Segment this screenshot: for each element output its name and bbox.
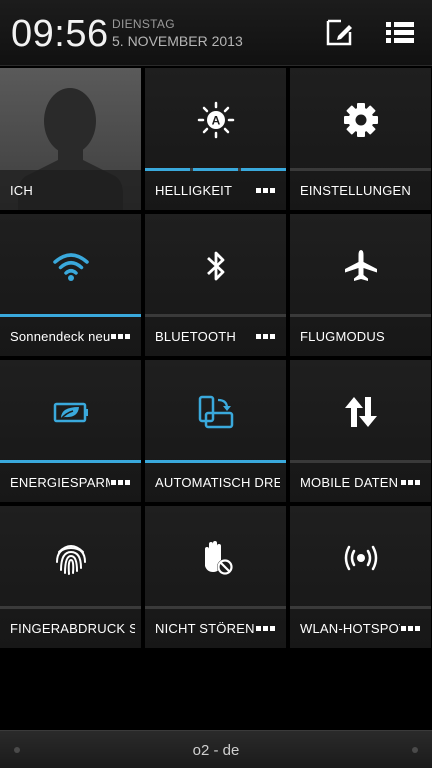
tile-hotspot-label: WLAN-HOTSPOT xyxy=(300,621,400,636)
hotspot-bar xyxy=(290,606,431,609)
edit-icon[interactable] xyxy=(324,16,356,48)
gear-icon xyxy=(343,103,378,137)
airplane-bar xyxy=(290,314,431,317)
tile-me[interactable]: ICH xyxy=(0,68,141,210)
auto-rotate-icon xyxy=(198,395,233,429)
tile-brightness-label: HELLIGKEIT xyxy=(155,183,233,198)
fingerprint-bar xyxy=(0,606,141,609)
tile-auto-rotate-label: AUTOMATISCH DREHEN xyxy=(155,475,280,490)
notification-header: 09:56 DIENSTAG 5. NOVEMBER 2013 xyxy=(0,0,432,66)
mobile-data-more-icon[interactable] xyxy=(401,480,421,485)
wifi-icon xyxy=(52,253,89,281)
tile-mobile-data[interactable]: MOBILE DATEN xyxy=(290,360,431,502)
auto-rotate-bar xyxy=(145,460,286,463)
hotspot-more-icon[interactable] xyxy=(401,626,421,631)
brightness-auto-icon: A xyxy=(197,101,234,139)
tile-auto-rotate[interactable]: AUTOMATISCH DREHEN xyxy=(145,360,286,502)
tile-wifi-label: Sonnendeck neu xyxy=(10,329,110,344)
svg-text:A: A xyxy=(211,114,220,128)
tile-do-not-disturb[interactable]: NICHT STÖREN xyxy=(145,506,286,648)
tile-me-label: ICH xyxy=(10,183,33,198)
bluetooth-bar xyxy=(145,314,286,317)
tile-dnd-label: NICHT STÖREN xyxy=(155,621,255,636)
tile-power-saver[interactable]: ENERGIESPARMODUS xyxy=(0,360,141,502)
bluetooth-icon xyxy=(206,251,224,281)
tile-airplane-label: FLUGMODUS xyxy=(300,329,385,344)
tile-hotspot[interactable]: WLAN-HOTSPOT xyxy=(290,506,431,648)
carrier-bar[interactable]: o2 - de xyxy=(0,730,432,768)
tile-brightness[interactable]: A HELLIGKEIT xyxy=(145,68,286,210)
tile-bluetooth[interactable]: BLUETOOTH xyxy=(145,214,286,356)
tile-wifi[interactable]: Sonnendeck neu xyxy=(0,214,141,356)
brightness-level-3 xyxy=(241,168,286,171)
bluetooth-more-icon[interactable] xyxy=(256,334,276,339)
mobile-data-bar xyxy=(290,460,431,463)
clock: 09:56 xyxy=(11,13,109,55)
tile-bluetooth-label: BLUETOOTH xyxy=(155,329,237,344)
hotspot-icon xyxy=(344,545,377,571)
tile-mobile-data-label: MOBILE DATEN xyxy=(300,475,399,490)
tile-settings-label: EINSTELLUNGEN xyxy=(300,183,411,198)
power-saver-bar xyxy=(0,460,141,463)
brightness-level-2 xyxy=(193,168,238,171)
right-handle-dot xyxy=(412,747,418,753)
tile-settings[interactable]: EINSTELLUNGEN xyxy=(290,68,431,210)
wifi-more-icon[interactable] xyxy=(111,334,131,339)
brightness-level-1 xyxy=(145,168,190,171)
do-not-disturb-hand-icon xyxy=(204,541,233,575)
date: 5. NOVEMBER 2013 xyxy=(112,33,243,49)
airplane-icon xyxy=(344,250,377,281)
list-icon[interactable] xyxy=(384,16,416,48)
tile-power-saver-label: ENERGIESPARMODUS xyxy=(10,475,110,490)
carrier-label: o2 - de xyxy=(192,742,240,759)
settings-bar xyxy=(290,168,431,171)
tile-fingerprint-label: FINGERABDRUCK SCANNER xyxy=(10,621,135,636)
battery-leaf-icon xyxy=(53,402,88,423)
power-saver-more-icon[interactable] xyxy=(111,480,131,485)
fingerprint-icon xyxy=(55,545,86,575)
tile-fingerprint[interactable]: FINGERABDRUCK SCANNER xyxy=(0,506,141,648)
dnd-bar xyxy=(145,606,286,609)
quick-settings-grid: ICH A HELLIGKEIT EINSTELLUNGEN Sonnendec… xyxy=(0,68,432,648)
wifi-bar xyxy=(0,314,141,317)
dnd-more-icon[interactable] xyxy=(256,626,276,631)
tile-airplane-mode[interactable]: FLUGMODUS xyxy=(290,214,431,356)
day-of-week: DIENSTAG xyxy=(112,17,175,31)
data-arrows-icon xyxy=(344,397,377,427)
brightness-more-icon[interactable] xyxy=(256,188,276,193)
